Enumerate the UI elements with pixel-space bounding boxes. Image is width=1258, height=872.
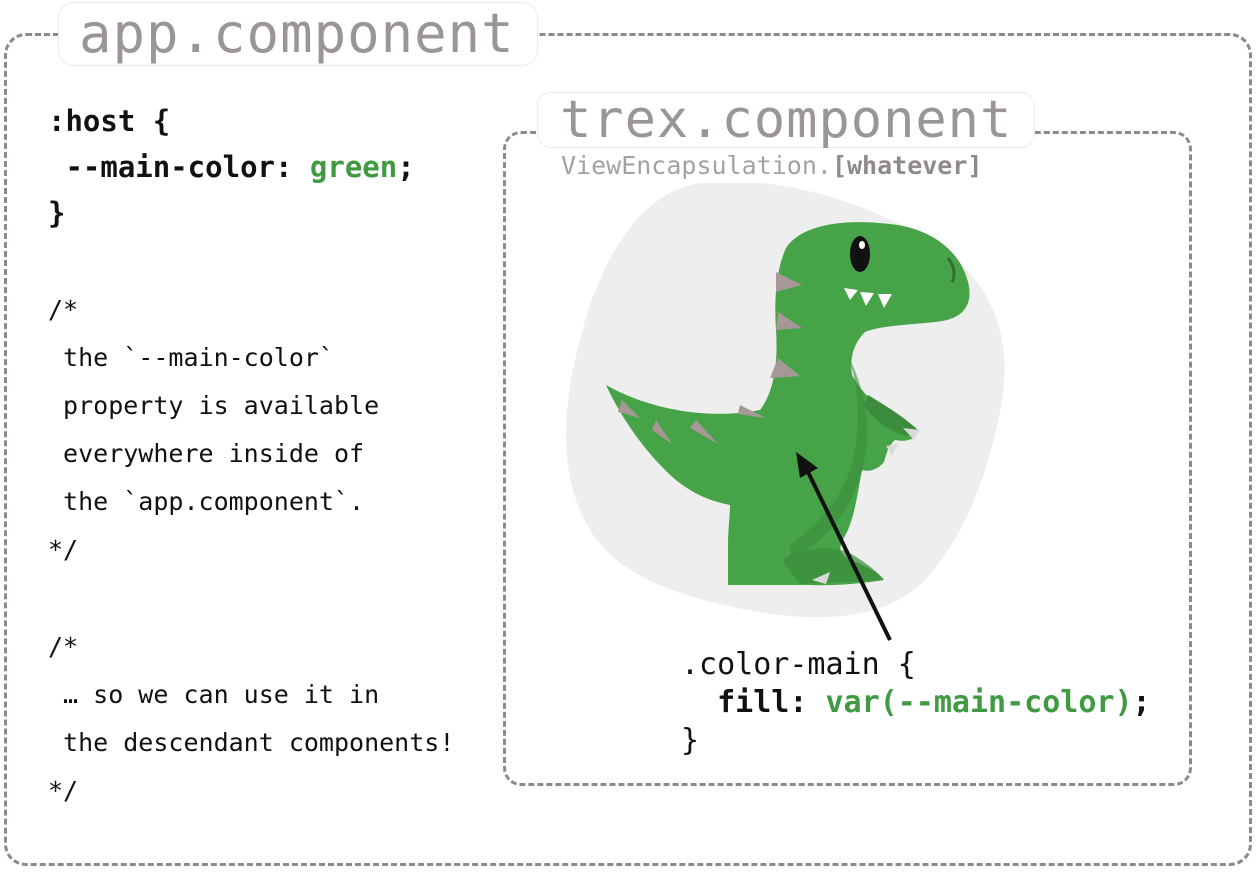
fill-value: var(--main-color)	[825, 685, 1133, 720]
dino-eye-highlight	[859, 241, 865, 249]
fill-semicolon: ;	[1132, 685, 1151, 720]
color-main-close-brace: }	[681, 723, 700, 758]
view-encapsulation-label: ViewEncapsulation.[whatever]	[561, 149, 987, 183]
dino-eye	[850, 236, 870, 272]
view-encapsulation-prefix: ViewEncapsulation.	[561, 151, 832, 180]
trex-component-title: trex.component	[537, 92, 1036, 148]
view-encapsulation-value: [whatever]	[831, 151, 983, 180]
color-main-code-block: .color-main { fill: var(--main-color); }	[681, 646, 1151, 760]
fill-property: fill:	[717, 685, 808, 720]
color-main-selector: .color-main {	[681, 647, 916, 682]
